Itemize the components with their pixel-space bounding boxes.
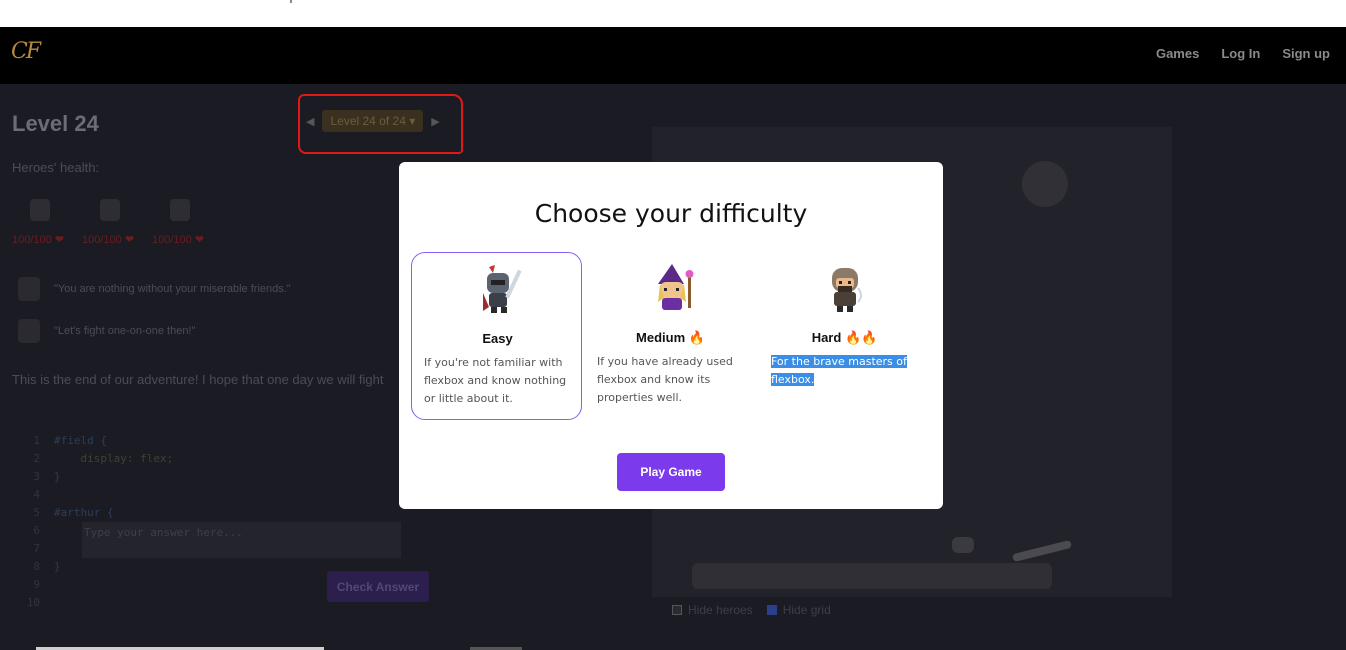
dialogue-hero: "Let's fight one-on-one then!"	[18, 319, 195, 343]
fire-icon: 🔥🔥	[844, 330, 878, 345]
heroes-health-label: Heroes' health:	[12, 160, 100, 175]
site-logo[interactable]: CF	[11, 39, 41, 64]
difficulty-option-medium[interactable]: Medium 🔥 If you have already used flexbo…	[585, 252, 756, 420]
nav-link-signup[interactable]: Sign up	[1282, 46, 1330, 61]
code-line: 4	[33, 488, 40, 501]
hide-grid-toggle[interactable]: Hide grid	[766, 603, 831, 617]
checkbox-checked-icon[interactable]	[766, 605, 777, 615]
code-line: 10	[26, 596, 40, 609]
play-game-button[interactable]: Play Game	[617, 453, 725, 491]
modal-title: Choose your difficulty	[534, 199, 808, 228]
hide-heroes-toggle[interactable]: Hide heroes	[672, 603, 753, 617]
browser-top-strip	[0, 0, 1346, 27]
nav-link-games[interactable]: Games	[1156, 46, 1199, 61]
nav-link-login[interactable]: Log In	[1221, 46, 1260, 61]
red-annotation-outline	[298, 94, 463, 154]
option-description: For the brave masters of flexbox.	[771, 353, 921, 389]
checkbox-icon[interactable]	[672, 605, 682, 615]
option-name: Easy	[482, 331, 513, 346]
option-name: Hard 🔥🔥	[811, 330, 878, 345]
difficulty-option-easy[interactable]: Easy If you're not familiar with flexbox…	[411, 252, 582, 420]
hero-avatar-icon	[18, 319, 40, 343]
wizard-sprite-icon	[100, 199, 120, 221]
rogue-sprite-icon	[170, 199, 190, 221]
fire-icon: 🔥	[688, 330, 705, 345]
selected-text: For the brave masters of flexbox.	[771, 355, 907, 386]
code-line: 5 #arthur {	[33, 506, 114, 519]
board-floor	[692, 563, 1052, 589]
code-line: 2 display: flex;	[33, 452, 174, 465]
hero-knight: 100/100 ❤	[12, 199, 65, 246]
bone-icon	[1011, 539, 1073, 563]
board-options: Hide heroes Hide grid	[672, 603, 831, 617]
nav-links: Games Log In Sign up	[1156, 46, 1330, 61]
hide-grid-label: Hide grid	[782, 603, 831, 617]
code-line: 9	[33, 578, 40, 591]
heroes-row: 100/100 ❤ 100/100 ❤ 100/100 ❤	[12, 199, 205, 246]
code-line: 7	[33, 542, 40, 555]
navbar: CF Games Log In Sign up	[0, 27, 1346, 84]
hero-hp: 100/100 ❤	[82, 234, 135, 246]
level-title: Level 24	[12, 111, 99, 136]
knight-icon	[483, 265, 522, 313]
code-line: 1 #field {	[33, 434, 107, 447]
code-line: 3}	[33, 470, 61, 483]
knight-sprite-icon	[30, 199, 50, 221]
quote-text: "You are nothing without your miserable …	[54, 283, 291, 295]
villain-avatar-icon	[18, 277, 40, 301]
hero-hp: 100/100 ❤	[152, 234, 205, 246]
story-text: This is the end of our adventure! I hope…	[12, 372, 384, 387]
answer-input[interactable]: Type your answer here...	[82, 522, 401, 558]
wizard-icon	[658, 264, 694, 310]
stray-dot	[290, 0, 292, 3]
option-description: If you have already used flexbox and kno…	[597, 355, 733, 404]
hero-hp: 100/100 ❤	[12, 234, 65, 246]
quote-text: "Let's fight one-on-one then!"	[54, 325, 196, 337]
stone-icon	[952, 537, 974, 553]
code-line: 8}	[33, 560, 61, 573]
hero-rogue: 100/100 ❤	[152, 199, 205, 246]
hero-wizard: 100/100 ❤	[82, 199, 135, 246]
skull-icon	[1022, 161, 1068, 207]
dialogue-villain: "You are nothing without your miserable …	[18, 277, 291, 301]
difficulty-modal: Choose your difficulty Easy If you're no…	[399, 162, 943, 509]
code-line: 6	[33, 524, 40, 537]
option-description: If you're not familiar with flexbox and …	[424, 356, 567, 405]
rogue-icon	[832, 268, 862, 312]
hide-heroes-label: Hide heroes	[688, 603, 753, 617]
option-name: Medium 🔥	[636, 330, 705, 345]
difficulty-option-hard[interactable]: Hard 🔥🔥 For the brave masters of flexbox…	[759, 252, 930, 420]
check-answer-button[interactable]: Check Answer	[327, 571, 429, 602]
